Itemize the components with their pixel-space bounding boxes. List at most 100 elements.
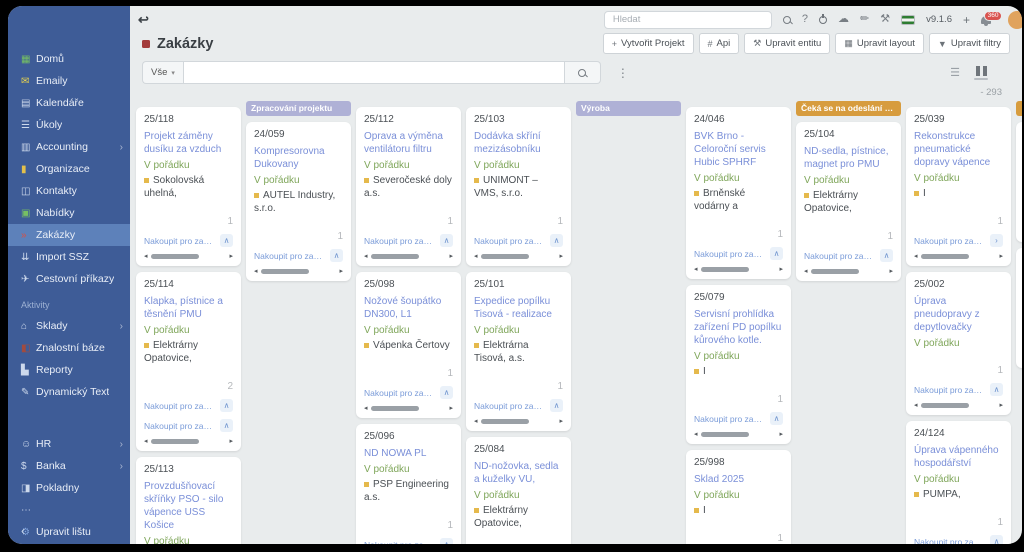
scroll-thumb[interactable] (700, 432, 750, 437)
sidebar-item-bank[interactable]: $ Banka › (8, 455, 130, 477)
wrench-icon[interactable]: ⚒ (880, 14, 890, 25)
card-title-link[interactable]: BVK Brno - Celoroční servis Hubic SPHRF (694, 130, 783, 169)
chevron-up-icon[interactable]: ∧ (220, 419, 233, 432)
scroll-left-icon[interactable]: ◂ (254, 268, 258, 275)
chevron-up-icon[interactable]: ∧ (990, 535, 1003, 544)
scroll-left-icon[interactable]: ◂ (694, 266, 698, 273)
kanban-card[interactable]: 25/098 Nožové šoupátko DN300, L1 V pořádku… (356, 272, 461, 418)
purchase-order-link[interactable]: Nakoupit pro zakázku... (144, 401, 216, 411)
kanban-card[interactable]: 25/096 ND NOWA PL V pořádku PSP Engineering… (356, 424, 461, 544)
scroll-right-icon[interactable]: ▸ (449, 405, 453, 412)
card-title-link[interactable]: Úprava pneudopravy z depytlovačky (914, 295, 1003, 334)
card-scrollbar[interactable]: ◂ ▸ (474, 418, 563, 427)
sidebar-item-more[interactable]: ⋯ (8, 499, 130, 521)
card-title-link[interactable]: ND-nožovka, sedla a kuželky VU, (474, 460, 563, 486)
purchase-order-link[interactable]: Nakoupit pro zakázku... (914, 537, 986, 545)
scroll-right-icon[interactable]: ▸ (229, 253, 233, 260)
edit-filters-button[interactable]: ▼ Upravit filtry (928, 33, 1010, 54)
kanban-card[interactable]: 25/101 Expedice popílku Tisová - realizac… (466, 272, 571, 431)
scroll-right-icon[interactable]: ▸ (449, 253, 453, 260)
scroll-left-icon[interactable]: ◂ (144, 438, 148, 445)
kanban-card[interactable]: 25/002 Úprava pneudopravy z depytlovačky V… (906, 272, 1011, 415)
kanban-card[interactable]: 25/079 Servisní prohlídka zařízení PD pop… (686, 285, 791, 444)
kanban-card[interactable]: 25/039 Rekonstrukce pneumatické dopravy v… (906, 107, 1011, 266)
card-title-link[interactable]: ND NOWA PL (364, 447, 453, 460)
card-title-link[interactable]: Provzdušňovací skříňky PSO - silo vápenc… (144, 480, 233, 532)
sidebar-item-travel-orders[interactable]: ✈ Cestovní příkazy (8, 268, 130, 290)
purchase-order-link[interactable]: Nakoupit pro zakázku... (914, 385, 986, 395)
card-title-link[interactable]: Úprava vápenného hospodářství (914, 444, 1003, 470)
kanban-card[interactable]: 25/113 Provzdušňovací skříňky PSO - silo … (136, 457, 241, 544)
chevron-up-icon[interactable]: ∧ (550, 234, 563, 247)
card-scrollbar[interactable]: ◂ ▸ (804, 268, 893, 277)
brush-icon[interactable]: ✏ (860, 14, 869, 25)
notifications-bell[interactable]: 360 (981, 10, 1002, 26)
chevron-up-icon[interactable]: ∧ (220, 234, 233, 247)
scroll-left-icon[interactable]: ◂ (694, 431, 698, 438)
purchase-order-link[interactable]: Nakoupit pro zakázku... (804, 251, 876, 261)
sidebar-item-dynamic-text[interactable]: ✎ Dynamický Text (8, 381, 130, 403)
list-view-icon[interactable]: ☰ (950, 66, 960, 79)
kanban-card[interactable]: 25/998Sklad 2025V pořádkuI1Nakoupit pro … (686, 450, 791, 544)
scroll-thumb[interactable] (260, 269, 310, 274)
sidebar-item-hr[interactable]: ☺ HR › (8, 433, 130, 455)
chevron-up-icon[interactable]: ∧ (330, 249, 343, 262)
sidebar-collapse-icon[interactable]: ‹ (21, 523, 25, 538)
scroll-thumb[interactable] (480, 254, 530, 259)
scroll-left-icon[interactable]: ◂ (364, 253, 368, 260)
filter-search-button[interactable] (564, 61, 601, 84)
card-scrollbar[interactable]: ◂ ▸ (364, 405, 453, 414)
sidebar-item-contacts[interactable]: ◫ Kontakty (8, 180, 130, 202)
kanban-card[interactable]: 25/118 Projekt záměny dusíku za vzduch V p… (136, 107, 241, 266)
kanban-card[interactable]: 24/046 BVK Brno - Celoroční servis Hubic … (686, 107, 791, 279)
help-icon[interactable]: ? (802, 14, 808, 25)
card-title-link[interactable]: Klapka, pístnice a těsnění PMU (144, 295, 233, 321)
scroll-left-icon[interactable]: ◂ (914, 402, 918, 409)
chevron-up-icon[interactable]: ∧ (880, 249, 893, 262)
sidebar-item-emails[interactable]: ✉ Emaily (8, 70, 130, 92)
sidebar-item-calendars[interactable]: ▤ Kalendáře (8, 92, 130, 114)
scroll-left-icon[interactable]: ◂ (364, 405, 368, 412)
purchase-order-link[interactable]: Nakoupit pro zakázku... (364, 236, 436, 246)
avatar[interactable] (1008, 10, 1022, 29)
kanban-card[interactable] (1016, 122, 1022, 242)
filter-scope-dropdown[interactable]: Vše ▾ (142, 61, 183, 84)
scroll-left-icon[interactable]: ◂ (474, 253, 478, 260)
back-icon[interactable]: ↩ (138, 12, 149, 28)
scroll-right-icon[interactable]: ▸ (999, 253, 1003, 260)
card-scrollbar[interactable]: ◂ ▸ (144, 438, 233, 447)
card-title-link[interactable]: ND-sedla, pístnice, magnet pro PMU (804, 145, 893, 171)
api-button[interactable]: # Api (698, 33, 740, 54)
chevron-up-icon[interactable]: ∧ (770, 247, 783, 260)
kanban-card[interactable]: 25/114 Klapka, pístnice a těsnění PMU V po… (136, 272, 241, 451)
sidebar-item-accounting[interactable]: ▥ Accounting › (8, 136, 130, 158)
card-title-link[interactable]: Sklad 2025 (694, 473, 783, 486)
quick-create-icon[interactable]: + (963, 13, 970, 27)
scroll-right-icon[interactable]: ▸ (229, 438, 233, 445)
purchase-order-link[interactable]: Nakoupit pro zakázku... (144, 236, 216, 246)
scroll-thumb[interactable] (920, 403, 970, 408)
chevron-up-icon[interactable]: ∧ (440, 386, 453, 399)
chevron-up-icon[interactable]: ∧ (990, 383, 1003, 396)
flag-icon[interactable] (901, 14, 916, 25)
purchase-order-link[interactable]: Nakoupit pro zakázku... (914, 236, 986, 246)
card-scrollbar[interactable]: ◂ ▸ (694, 266, 783, 275)
card-title-link[interactable]: Oprava a výměna ventilátoru filtru (364, 130, 453, 156)
card-title-link[interactable]: Servisní prohlídka zařízení PD popílku k… (694, 308, 783, 347)
scroll-thumb[interactable] (150, 439, 200, 444)
sidebar-item-configure-list[interactable]: ⚙ Upravit lištu (8, 521, 130, 543)
card-title-link[interactable]: Nožové šoupátko DN300, L1 (364, 295, 453, 321)
scroll-left-icon[interactable]: ◂ (144, 253, 148, 260)
kanban-card[interactable]: 25/084 ND-nožovka, sedla a kuželky VU, V p… (466, 437, 571, 544)
kanban-card[interactable]: 25/104 ND-sedla, pístnice, magnet pro PMU… (796, 122, 901, 281)
scroll-right-icon[interactable]: ▸ (999, 402, 1003, 409)
kanban-card[interactable]: 24/059 Kompresorovna Dukovany V pořádku AUT… (246, 122, 351, 281)
sidebar-item-cash-desks[interactable]: ◨ Pokladny (8, 477, 130, 499)
chevron-up-icon[interactable]: ∧ (770, 412, 783, 425)
sidebar-item-import-ssz[interactable]: ⇊ Import SSZ (8, 246, 130, 268)
scroll-right-icon[interactable]: ▸ (889, 268, 893, 275)
purchase-order-link[interactable]: Nakoupit pro zakázku... (364, 540, 436, 545)
edit-entity-button[interactable]: ⚒ Upravit entitu (744, 33, 831, 54)
global-search-input[interactable] (603, 10, 772, 29)
card-title-link[interactable]: Kompresorovna Dukovany (254, 145, 343, 171)
